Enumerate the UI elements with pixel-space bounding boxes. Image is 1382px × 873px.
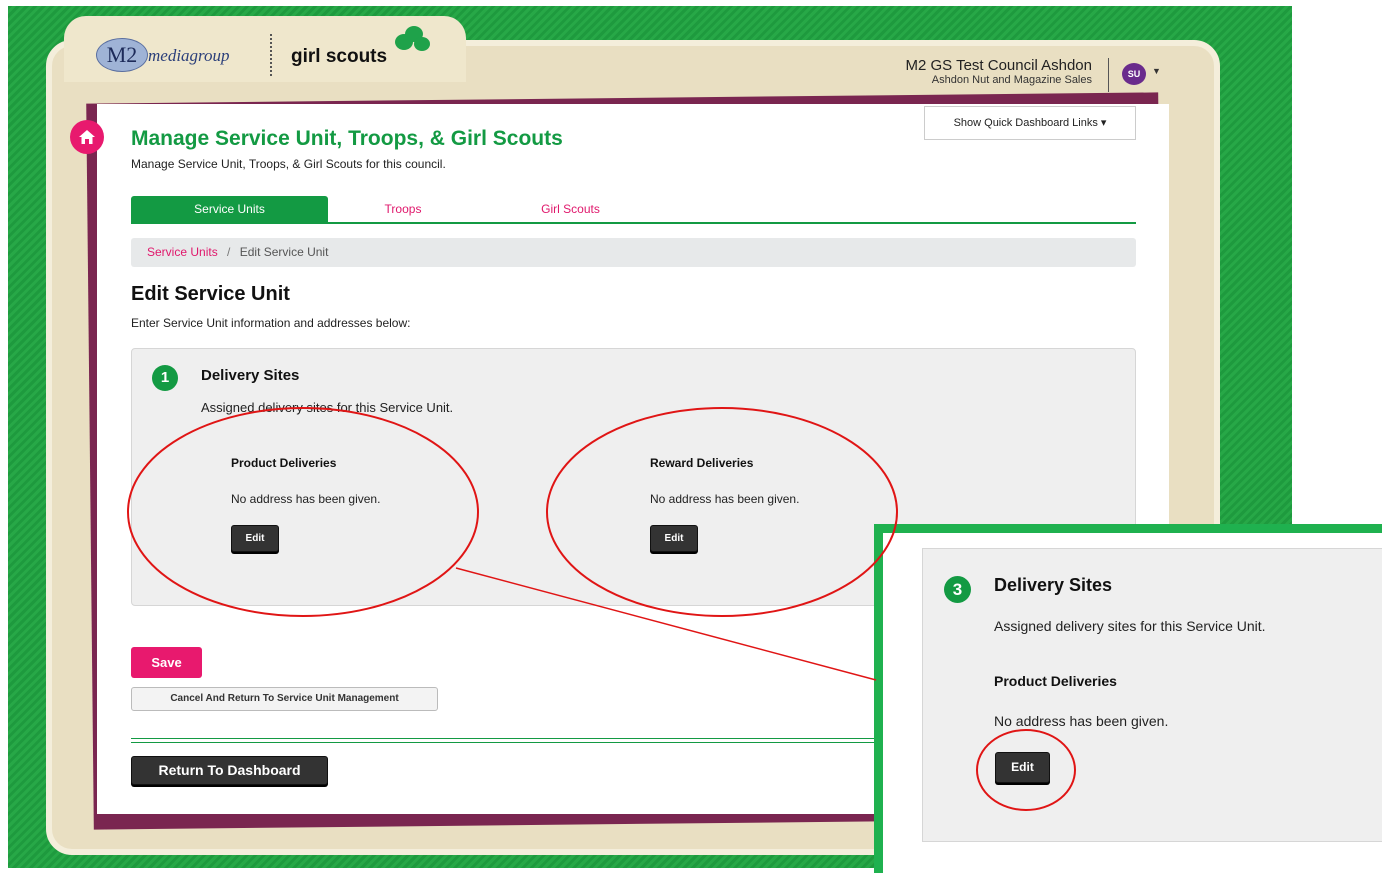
breadcrumb: Service Units / Edit Service Unit [131, 238, 1136, 267]
zoom-delivery-sites-title: Delivery Sites [994, 575, 1113, 595]
mediagroup-logo-text: mediagroup [148, 46, 230, 65]
zoom-product-deliveries-edit-button[interactable]: Edit [995, 752, 1050, 783]
breadcrumb-current: Edit Service Unit [239, 245, 329, 259]
zoom-delivery-sites-description: Assigned delivery sites for this Service… [994, 618, 1266, 634]
reward-deliveries-address: No address has been given. [650, 492, 800, 506]
home-icon[interactable] [70, 120, 104, 154]
page-title: Manage Service Unit, Troops, & Girl Scou… [131, 127, 563, 150]
tab-troops[interactable]: Troops [328, 196, 478, 223]
chevron-down-icon[interactable]: ▼ [1152, 66, 1161, 76]
delivery-sites-description: Assigned delivery sites for this Service… [201, 400, 454, 415]
zoom-step-number-badge: 3 [944, 576, 971, 603]
sale-name: Ashdon Nut and Magazine Sales [931, 74, 1092, 86]
tab-bar: Service Units Troops Girl Scouts [131, 196, 1136, 224]
return-to-dashboard-button[interactable]: Return To Dashboard [131, 756, 328, 785]
section-subtitle: Enter Service Unit information and addre… [131, 316, 411, 330]
breadcrumb-service-units[interactable]: Service Units [147, 245, 218, 259]
zoom-delivery-panel [922, 548, 1382, 842]
product-deliveries-heading: Product Deliveries [231, 456, 337, 470]
trefoil-icon [395, 26, 430, 51]
save-button[interactable]: Save [131, 647, 202, 678]
tab-girl-scouts[interactable]: Girl Scouts [478, 196, 663, 223]
breadcrumb-separator: / [227, 245, 231, 259]
cancel-button[interactable]: Cancel And Return To Service Unit Manage… [131, 687, 438, 711]
divider [131, 742, 891, 743]
quick-dashboard-links-dropdown[interactable]: Show Quick Dashboard Links ▾ [924, 106, 1136, 140]
reward-deliveries-heading: Reward Deliveries [650, 456, 754, 470]
user-avatar[interactable]: SU [1122, 63, 1146, 85]
account-info: M2 GS Test Council Ashdon Ashdon Nut and… [906, 57, 1093, 86]
logo-divider [270, 34, 272, 76]
product-deliveries-edit-button[interactable]: Edit [231, 525, 279, 552]
m2-logo: M2 [96, 38, 148, 72]
delivery-sites-title: Delivery Sites [201, 367, 300, 384]
zoom-product-deliveries-address: No address has been given. [994, 713, 1169, 729]
step-number-badge: 1 [152, 365, 178, 391]
page-subtitle: Manage Service Unit, Troops, & Girl Scou… [131, 157, 446, 171]
divider [131, 738, 891, 739]
zoom-product-deliveries-heading: Product Deliveries [994, 673, 1117, 689]
header-divider [1108, 58, 1109, 92]
product-deliveries-address: No address has been given. [231, 492, 381, 506]
girl-scouts-logo-text: girl scouts [291, 46, 388, 67]
section-title: Edit Service Unit [131, 283, 290, 305]
tab-service-units[interactable]: Service Units [131, 196, 328, 223]
reward-deliveries-edit-button[interactable]: Edit [650, 525, 698, 552]
council-name: M2 GS Test Council Ashdon [905, 57, 1093, 74]
